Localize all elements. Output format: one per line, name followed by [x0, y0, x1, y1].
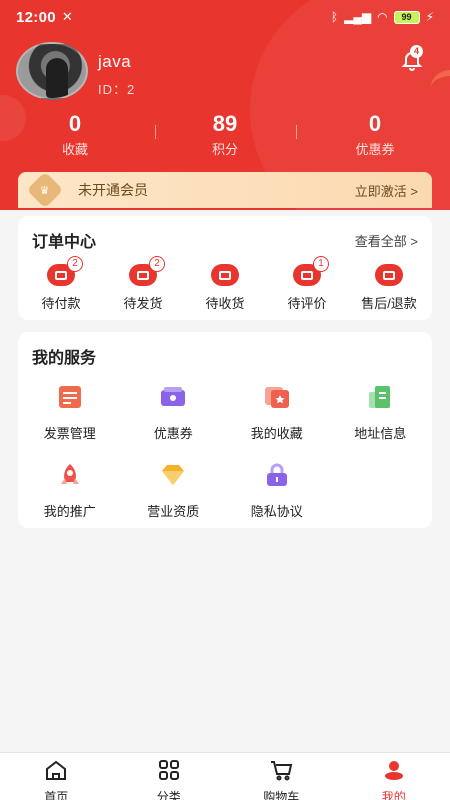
coupon-icon — [161, 387, 186, 406]
order-center-card: 订单中心 查看全部 > 2 待付款 2 待发货 待收货 1 待评价 售后/退款 — [18, 216, 432, 320]
stat-value: 0 — [68, 111, 82, 136]
service-label: 我的推广 — [43, 504, 96, 519]
bluetooth-icon: ᛒ — [330, 10, 339, 24]
service-promotion[interactable]: 我的推广 — [18, 462, 122, 520]
tab-profile[interactable]: 我的 — [338, 753, 450, 800]
lock-icon — [266, 463, 287, 486]
tab-cart[interactable]: 购物车 — [225, 753, 338, 800]
stat-coupons[interactable]: 0 优惠券 — [300, 108, 450, 160]
rocket-icon — [60, 464, 79, 484]
signal-icon: ▂▄▆ — [344, 10, 372, 24]
tab-label: 分类 — [156, 790, 181, 800]
bottom-tab-bar: 首页 分类 购物车 我的 — [0, 752, 450, 800]
home-icon — [46, 760, 67, 780]
profile-icon — [384, 761, 403, 780]
truck-icon — [211, 264, 239, 286]
order-pending-review[interactable]: 1 待评价 — [266, 256, 348, 312]
battery-icon: 99 — [393, 10, 420, 24]
services-title: 我的服务 — [32, 350, 97, 367]
service-address[interactable]: 地址信息 — [329, 384, 433, 442]
service-invoice[interactable]: 发票管理 — [18, 384, 122, 442]
service-privacy[interactable]: 隐私协议 — [225, 462, 329, 520]
tab-label: 我的 — [381, 790, 406, 800]
service-label: 优惠券 — [153, 426, 193, 441]
invoice-icon — [58, 386, 81, 408]
order-label: 待发货 — [123, 296, 163, 311]
stats-bar: 0 收藏 89 积分 0 优惠券 — [0, 108, 450, 160]
stat-points[interactable]: 89 积分 — [150, 108, 300, 160]
shield-icon — [375, 264, 403, 286]
stat-value: 0 — [368, 111, 382, 136]
avatar[interactable] — [16, 42, 88, 100]
stat-favorites[interactable]: 0 收藏 — [0, 108, 150, 160]
charging-icon: ⚡ — [425, 10, 434, 24]
service-label: 地址信息 — [354, 426, 407, 441]
order-badge: 2 — [67, 256, 83, 272]
diamond-icon — [162, 465, 185, 485]
user-id: ID：2 — [98, 82, 136, 97]
stat-divider — [296, 125, 297, 139]
status-bar: 12:00 ✕ ᛒ ▂▄▆ ◠ 99 ⚡ — [0, 0, 450, 34]
service-business-license[interactable]: 营业资质 — [122, 462, 226, 520]
services-card: 我的服务 发票管理 优惠券 我的收藏 地址信息 我的推广 营业资质 隐私协议 — [18, 332, 432, 528]
order-label: 售后/退款 — [361, 296, 417, 311]
service-label: 发票管理 — [43, 426, 96, 441]
service-label: 我的收藏 — [250, 426, 303, 441]
order-badge: 2 — [149, 256, 165, 272]
order-after-sales[interactable]: 售后/退款 — [348, 264, 430, 312]
activate-membership-link[interactable]: 立即激活 > — [355, 181, 418, 200]
favorites-icon — [264, 387, 289, 408]
mute-icon: ✕ — [61, 9, 73, 24]
stat-value: 89 — [212, 111, 238, 136]
cart-icon — [271, 761, 293, 781]
stat-label: 收藏 — [61, 142, 88, 157]
tab-home[interactable]: 首页 — [0, 753, 113, 800]
membership-banner[interactable]: ♛ 未开通会员 立即激活 > — [18, 171, 432, 209]
tab-category[interactable]: 分类 — [113, 753, 226, 800]
stat-divider — [155, 125, 156, 139]
username: java — [98, 52, 132, 71]
stat-label: 积分 — [211, 142, 238, 157]
crown-icon: ♛ — [26, 171, 64, 209]
service-label: 营业资质 — [147, 504, 200, 519]
order-label: 待收货 — [205, 296, 245, 311]
wifi-icon: ◠ — [377, 10, 388, 24]
order-label: 待付款 — [41, 296, 81, 311]
tab-label: 首页 — [44, 790, 69, 800]
order-pending-receipt[interactable]: 待收货 — [184, 264, 266, 312]
order-center-title: 订单中心 — [32, 234, 97, 251]
status-time: 12:00 — [16, 8, 56, 26]
order-pending-payment[interactable]: 2 待付款 — [20, 256, 102, 312]
grid-icon — [158, 760, 179, 780]
order-label: 待评价 — [287, 296, 327, 311]
service-coupon[interactable]: 优惠券 — [122, 384, 226, 442]
membership-status: 未开通会员 — [78, 182, 148, 198]
tab-label: 购物车 — [263, 790, 300, 800]
view-all-orders-link[interactable]: 查看全部 > — [355, 231, 418, 250]
notification-badge: 4 — [410, 45, 423, 58]
service-favorites[interactable]: 我的收藏 — [225, 384, 329, 442]
stat-label: 优惠券 — [355, 142, 395, 157]
address-book-icon — [369, 386, 391, 408]
order-badge: 1 — [313, 256, 329, 272]
service-label: 隐私协议 — [250, 504, 303, 519]
order-pending-shipment[interactable]: 2 待发货 — [102, 256, 184, 312]
